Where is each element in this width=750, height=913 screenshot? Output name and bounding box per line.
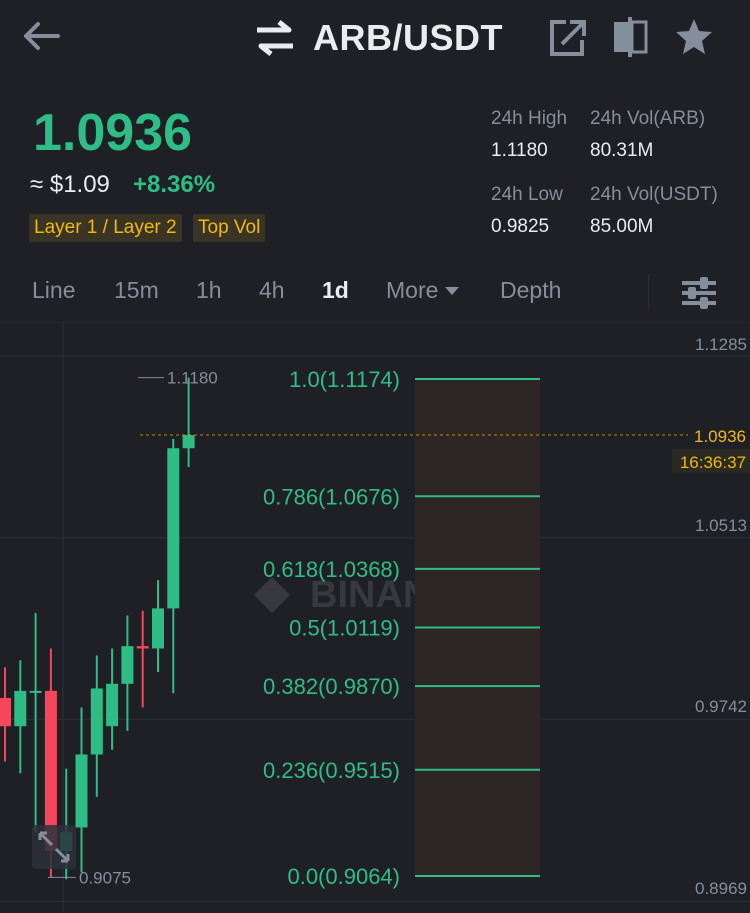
last-price-tag: 1.0936 — [694, 427, 746, 446]
compare-icon[interactable] — [610, 16, 650, 58]
vol-arb-value: 80.31M — [590, 140, 654, 161]
tab-1h[interactable]: 1h — [196, 277, 222, 304]
tab-more[interactable]: More — [386, 277, 460, 304]
vol-arb-label: 24h Vol(ARB) — [590, 108, 706, 129]
caret-down-icon — [445, 286, 460, 295]
pair-title: ARB/USDT — [313, 17, 503, 58]
low-24h-value: 0.9825 — [491, 216, 550, 237]
vol-usdt-label: 24h Vol(USDT) — [590, 184, 718, 205]
high-24h-value: 1.1180 — [491, 140, 548, 161]
tag-layer1-layer2[interactable]: Layer 1 / Layer 2 — [29, 214, 182, 242]
candle-body — [182, 435, 195, 449]
candle-body — [90, 688, 103, 755]
fib-level-label: 0.786(1.0676) — [263, 484, 400, 509]
candles — [0, 377, 195, 880]
share-icon[interactable] — [548, 16, 588, 58]
candle-body — [136, 646, 149, 649]
last-price: 1.0936 — [33, 104, 193, 162]
pair-selector[interactable]: ARB/USDT — [255, 14, 503, 62]
fib-level-label: 0.236(0.9515) — [263, 758, 400, 783]
high-24h-label: 24h High — [491, 108, 568, 129]
high-marker-label: 1.1180 — [167, 369, 218, 388]
fib-level-label: 1.0(1.1174) — [289, 367, 400, 392]
y-axis-label: 1.1285 — [695, 335, 747, 354]
star-icon[interactable] — [674, 16, 714, 58]
candle-body — [106, 683, 119, 727]
tag-top-vol[interactable]: Top Vol — [193, 214, 266, 242]
approx-usd-price: ≈ $1.09 — [30, 171, 110, 198]
fib-level-label: 0.5(1.0119) — [289, 616, 400, 641]
tab-line[interactable]: Line — [32, 277, 75, 304]
y-axis-label: 0.9742 — [695, 697, 747, 716]
indicator-settings-icon[interactable] — [680, 275, 718, 309]
y-axis-label: 0.8969 — [695, 879, 747, 898]
candle-body — [14, 690, 27, 727]
tab-4h[interactable]: 4h — [259, 277, 285, 304]
fib-level-label: 0.618(1.0368) — [263, 557, 400, 582]
price-change-percent: +8.36% — [133, 171, 216, 198]
candle-body — [121, 646, 134, 684]
expand-chart-icon[interactable] — [32, 825, 76, 869]
candle-body — [167, 448, 180, 609]
fib-level-label: 0.382(0.9870) — [263, 674, 400, 699]
tab-more-label: More — [386, 277, 439, 303]
candle-body — [75, 754, 88, 828]
candlestick-chart[interactable]: BINANCE 1.0(1.1174)0.786(1.0676)0.618(1.… — [0, 322, 750, 913]
candle-body — [152, 608, 164, 649]
y-axis-label: 1.0513 — [695, 516, 747, 535]
candle-body — [29, 690, 42, 693]
tab-1d[interactable]: 1d — [322, 277, 349, 304]
candle-body — [0, 697, 11, 727]
fib-level-label: 0.0(0.9064) — [287, 864, 400, 889]
vol-usdt-value: 85.00M — [590, 216, 654, 237]
tab-depth[interactable]: Depth — [500, 277, 561, 304]
tab-15m[interactable]: 15m — [114, 277, 159, 304]
swap-arrows-icon — [257, 20, 293, 56]
low-marker-label: 0.9075 — [79, 868, 131, 887]
tab-divider — [648, 274, 649, 308]
candle-countdown: 16:36:37 — [680, 453, 746, 472]
low-24h-label: 24h Low — [491, 184, 563, 205]
back-arrow-icon[interactable] — [18, 16, 62, 56]
